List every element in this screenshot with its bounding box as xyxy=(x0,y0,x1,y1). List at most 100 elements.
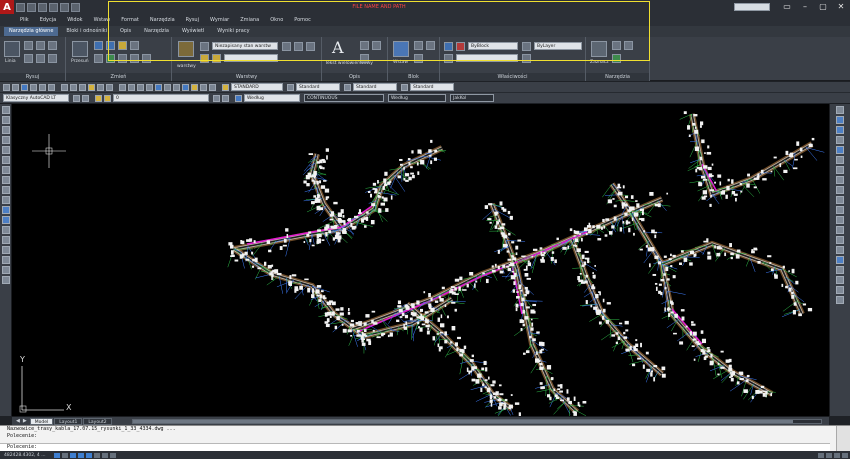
layer-previous-icon[interactable] xyxy=(222,94,229,102)
pan-icon[interactable] xyxy=(119,83,126,91)
command-scrollbar[interactable] xyxy=(836,426,850,452)
open-file-icon[interactable] xyxy=(27,2,36,12)
minimize-button[interactable]: – xyxy=(796,0,814,14)
close-button[interactable]: ✕ xyxy=(832,0,850,14)
new-file-icon[interactable] xyxy=(16,2,25,12)
zoom-realtime-icon[interactable] xyxy=(128,83,135,91)
break-icon[interactable] xyxy=(836,216,844,224)
polyline-icon[interactable] xyxy=(24,41,33,50)
app-logo[interactable]: A xyxy=(0,0,14,14)
arc-side-icon[interactable] xyxy=(1,156,10,164)
fillet-side-icon[interactable] xyxy=(836,246,844,254)
array-side-icon[interactable] xyxy=(836,146,844,154)
restore-icon[interactable]: ▭ xyxy=(778,0,796,14)
properties-icon[interactable] xyxy=(155,83,162,91)
copy-clip-icon[interactable] xyxy=(70,83,77,91)
layer-manager-icon[interactable] xyxy=(82,94,89,102)
help-search-input[interactable] xyxy=(734,3,770,11)
rotate-side-icon[interactable] xyxy=(836,166,844,174)
menu-edit[interactable]: Edycja xyxy=(40,17,57,23)
dim-style-dropdown[interactable]: Standard xyxy=(296,83,340,91)
tab-blocks[interactable]: Bloki i odnośniki xyxy=(61,27,112,36)
hatch-side-icon[interactable] xyxy=(1,236,10,244)
insert-side-icon[interactable] xyxy=(1,206,10,214)
move-side-icon[interactable] xyxy=(836,156,844,164)
copy-side-icon[interactable] xyxy=(836,116,844,124)
tab-layout1[interactable]: Layout1 xyxy=(54,417,83,425)
rectangle-icon[interactable] xyxy=(24,54,33,63)
zoom-window-icon[interactable] xyxy=(137,83,144,91)
dim-radius-icon[interactable] xyxy=(836,286,844,294)
erase-side-icon[interactable] xyxy=(836,106,844,114)
chamfer-icon[interactable] xyxy=(836,236,844,244)
circle-icon[interactable] xyxy=(36,41,45,50)
scale-icon[interactable] xyxy=(94,54,103,63)
arc-icon[interactable] xyxy=(48,41,57,50)
preview-icon[interactable] xyxy=(39,83,46,91)
ortho-toggle[interactable] xyxy=(69,452,76,458)
lock-icon[interactable] xyxy=(834,452,840,458)
line-tool-icon[interactable] xyxy=(4,41,20,57)
menu-view[interactable]: Widok xyxy=(67,17,82,23)
spline-icon[interactable] xyxy=(1,186,10,194)
make-block-icon[interactable] xyxy=(1,216,10,224)
quickcalc-icon[interactable] xyxy=(200,83,207,91)
region-icon[interactable] xyxy=(1,256,10,264)
save-icon[interactable] xyxy=(38,2,47,12)
design-center-icon[interactable] xyxy=(164,83,171,91)
maximize-button[interactable]: ▢ xyxy=(814,0,832,14)
dyn-toggle[interactable] xyxy=(101,452,108,458)
otrack-toggle[interactable] xyxy=(93,452,100,458)
tab-home[interactable]: Narzędzia główne xyxy=(4,27,59,36)
plot-icon[interactable] xyxy=(30,83,37,91)
rectangle-side-icon[interactable] xyxy=(1,146,10,154)
move-icon[interactable] xyxy=(72,41,88,57)
linetype-control-dropdown[interactable]: CONTINUOUS xyxy=(304,94,384,102)
polar-toggle[interactable] xyxy=(77,452,84,458)
table-side-icon[interactable] xyxy=(1,266,10,274)
redo-toolbar-icon[interactable] xyxy=(106,83,113,91)
workspace-switch-icon[interactable] xyxy=(826,452,832,458)
undo-icon[interactable] xyxy=(60,2,69,12)
scrollbar-thumb[interactable] xyxy=(133,420,793,423)
annotation-scale-icon[interactable] xyxy=(818,452,824,458)
line-side-icon[interactable] xyxy=(1,106,10,114)
point-icon[interactable] xyxy=(1,226,10,234)
copy-icon[interactable] xyxy=(94,41,103,50)
markup-icon[interactable] xyxy=(191,83,198,91)
cut-icon[interactable] xyxy=(61,83,68,91)
tool-palettes-icon[interactable] xyxy=(173,83,180,91)
workspace-dropdown[interactable]: Klasyczny AutoCAD LT xyxy=(3,94,69,102)
next-tab-icon[interactable]: ▶ xyxy=(23,418,27,424)
tab-layout2[interactable]: Layout2 xyxy=(83,417,112,425)
text-style-dropdown[interactable]: STANDARD xyxy=(231,83,283,91)
join-icon[interactable] xyxy=(836,226,844,234)
layer-dropdown[interactable]: 0 xyxy=(113,94,209,102)
tab-model[interactable]: Model xyxy=(29,417,54,425)
snap-toggle[interactable] xyxy=(53,452,60,458)
paste-clip-icon[interactable] xyxy=(79,83,86,91)
scale-side-icon[interactable] xyxy=(836,176,844,184)
stretch-icon[interactable] xyxy=(836,186,844,194)
first-tab-icon[interactable]: ◀ xyxy=(16,418,20,424)
plotstyle-control-dropdown[interactable]: JakKol xyxy=(450,94,494,102)
open-icon[interactable] xyxy=(12,83,19,91)
table-style-dropdown[interactable]: Standard xyxy=(353,83,397,91)
mirror-side-icon[interactable] xyxy=(836,126,844,134)
ellipse-icon[interactable] xyxy=(48,54,57,63)
save-toolbar-icon[interactable] xyxy=(21,83,28,91)
drawing-canvas[interactable]: Y X xyxy=(12,104,829,416)
color-control-dropdown[interactable]: Według xyxy=(244,94,300,102)
mtext-side-icon[interactable] xyxy=(1,276,10,284)
explode-side-icon[interactable] xyxy=(836,256,844,264)
dim-aligned-icon[interactable] xyxy=(836,276,844,284)
sheet-set-icon[interactable] xyxy=(182,83,189,91)
matchprop-icon[interactable] xyxy=(88,83,95,91)
lineweight-control-dropdown[interactable]: Według xyxy=(388,94,446,102)
command-input[interactable]: Polecenie: xyxy=(0,443,830,451)
dim-linear-icon[interactable] xyxy=(836,266,844,274)
layer-sun-icon[interactable] xyxy=(104,94,111,102)
menu-file[interactable]: Plik xyxy=(20,17,29,23)
osnap-toggle[interactable] xyxy=(85,452,92,458)
redo-icon[interactable] xyxy=(71,2,80,12)
